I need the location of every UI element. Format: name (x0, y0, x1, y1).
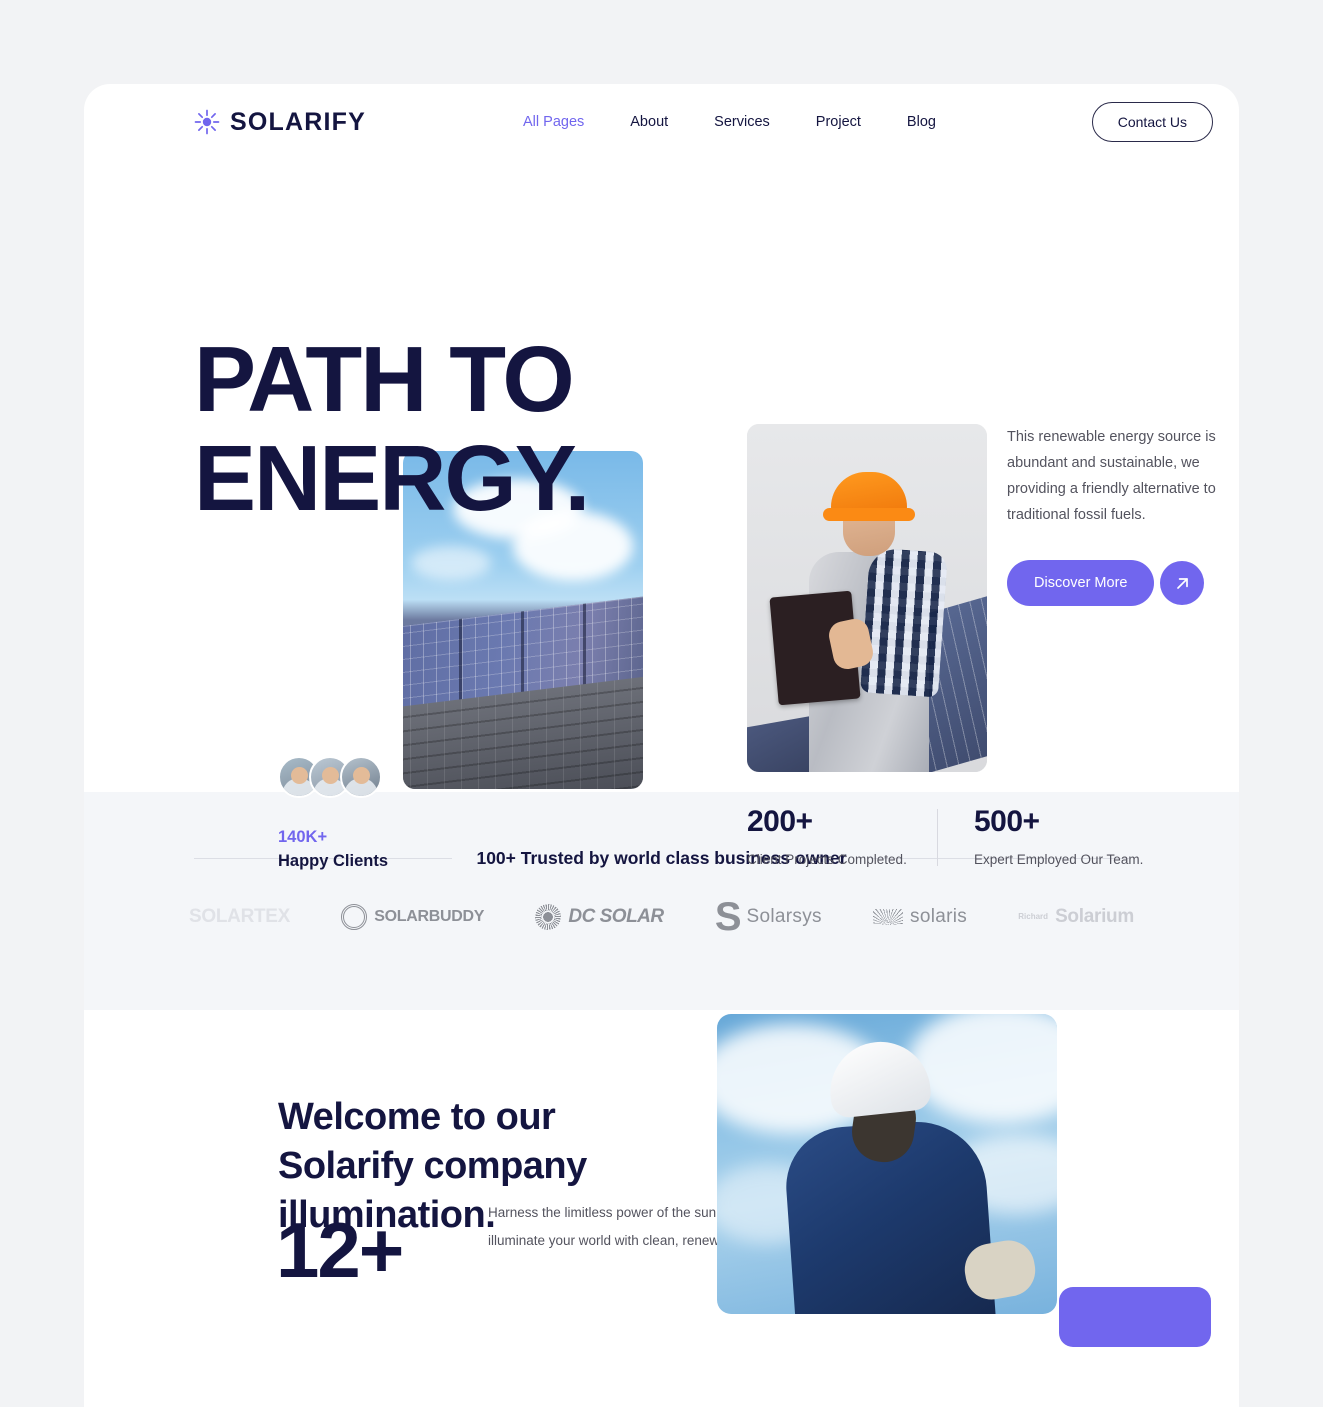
worker-clipboard-image (747, 424, 987, 772)
sun-icon (194, 109, 220, 135)
hero-stats: 200+ Client Projects Completed. 500+ Exp… (747, 805, 1164, 867)
rays-icon (873, 909, 904, 925)
happy-clients-block: 140K+ Happy Clients (278, 756, 388, 871)
hero-section: PATH TO ENERGY. This renewable energy so… (84, 160, 1239, 871)
partner-logo-solarbuddy: SOLARBUDDY (341, 904, 484, 930)
hero-description: This renewable energy source is abundant… (1007, 429, 1216, 523)
main-navigation: All Pages About Services Project Blog (523, 114, 936, 130)
stat-value: 200+ (747, 805, 813, 838)
partner-logo-dc-solar: DC SOLAR (535, 904, 664, 930)
page-container: SOLARIFY All Pages About Services Projec… (84, 84, 1239, 1407)
nav-item-about[interactable]: About (630, 114, 668, 130)
nav-item-blog[interactable]: Blog (907, 114, 936, 130)
rings-icon (341, 904, 368, 930)
welcome-description: Harness the limitless power of the sun a… (488, 1205, 745, 1248)
stat-experts-employed: 500+ Expert Employed Our Team. (974, 805, 1164, 867)
welcome-big-number: 12+ (276, 1206, 404, 1294)
partner-logos: SOLARTEX SOLARBUDDY DC SOLAR S Solarsys … (84, 869, 1239, 939)
stat-client-projects: 200+ Client Projects Completed. (747, 805, 937, 867)
stat-value: 500+ (974, 805, 1040, 838)
partner-logo-solarium: Richard Solarium (1018, 906, 1134, 928)
stat-label: Client Projects Completed. (747, 852, 907, 867)
partner-logo-label: Solarium (1055, 906, 1134, 927)
nav-item-project[interactable]: Project (816, 114, 861, 130)
arrow-up-right-icon-button[interactable] (1160, 561, 1205, 605)
avatar (340, 756, 382, 798)
brand-name: SOLARIFY (230, 107, 366, 136)
sunburst-icon (535, 904, 562, 930)
happy-clients-label: Happy Clients (278, 852, 389, 870)
hero-title-line-1: PATH TO (194, 327, 575, 431)
brand-logo[interactable]: SOLARIFY (194, 108, 366, 137)
happy-clients-count: 140K+ (278, 828, 328, 846)
solar-panel-roof-image (403, 451, 643, 789)
hero-right-column: This renewable energy source is abundant… (1007, 424, 1222, 606)
nav-item-all-pages[interactable]: All Pages (523, 114, 584, 130)
site-header: SOLARIFY All Pages About Services Projec… (84, 84, 1239, 160)
stat-divider (937, 809, 938, 866)
nav-item-services[interactable]: Services (714, 114, 770, 130)
stat-label: Expert Employed Our Team. (974, 852, 1144, 867)
discover-more-button[interactable]: Discover More (1007, 560, 1155, 606)
welcome-section: Welcome to our Solarify company illumina… (84, 1010, 1239, 1347)
partner-logo-label: SOLARBUDDY (374, 908, 485, 925)
welcome-worker-image (717, 1014, 1057, 1314)
welcome-purple-card[interactable] (1059, 1287, 1211, 1347)
partner-logo-label: DC SOLAR (568, 906, 664, 927)
client-avatars (278, 756, 388, 798)
hero-cta-row: Discover More (1007, 560, 1222, 606)
letter-s-icon: S (714, 895, 742, 939)
partner-logo-label: Solarsys (746, 906, 822, 927)
contact-us-button[interactable]: Contact Us (1091, 102, 1213, 142)
partner-logo-solartex: SOLARTEX (189, 906, 290, 928)
partner-logo-sub: Richard (1018, 912, 1049, 921)
arrow-up-right-icon (1177, 577, 1188, 589)
partner-logo-solaris: solaris (873, 906, 967, 928)
partner-logo-label: solaris (910, 906, 968, 927)
partner-logo-label: SOLARTEX (189, 906, 291, 927)
partner-logo-solarsys: S Solarsys (714, 895, 822, 939)
